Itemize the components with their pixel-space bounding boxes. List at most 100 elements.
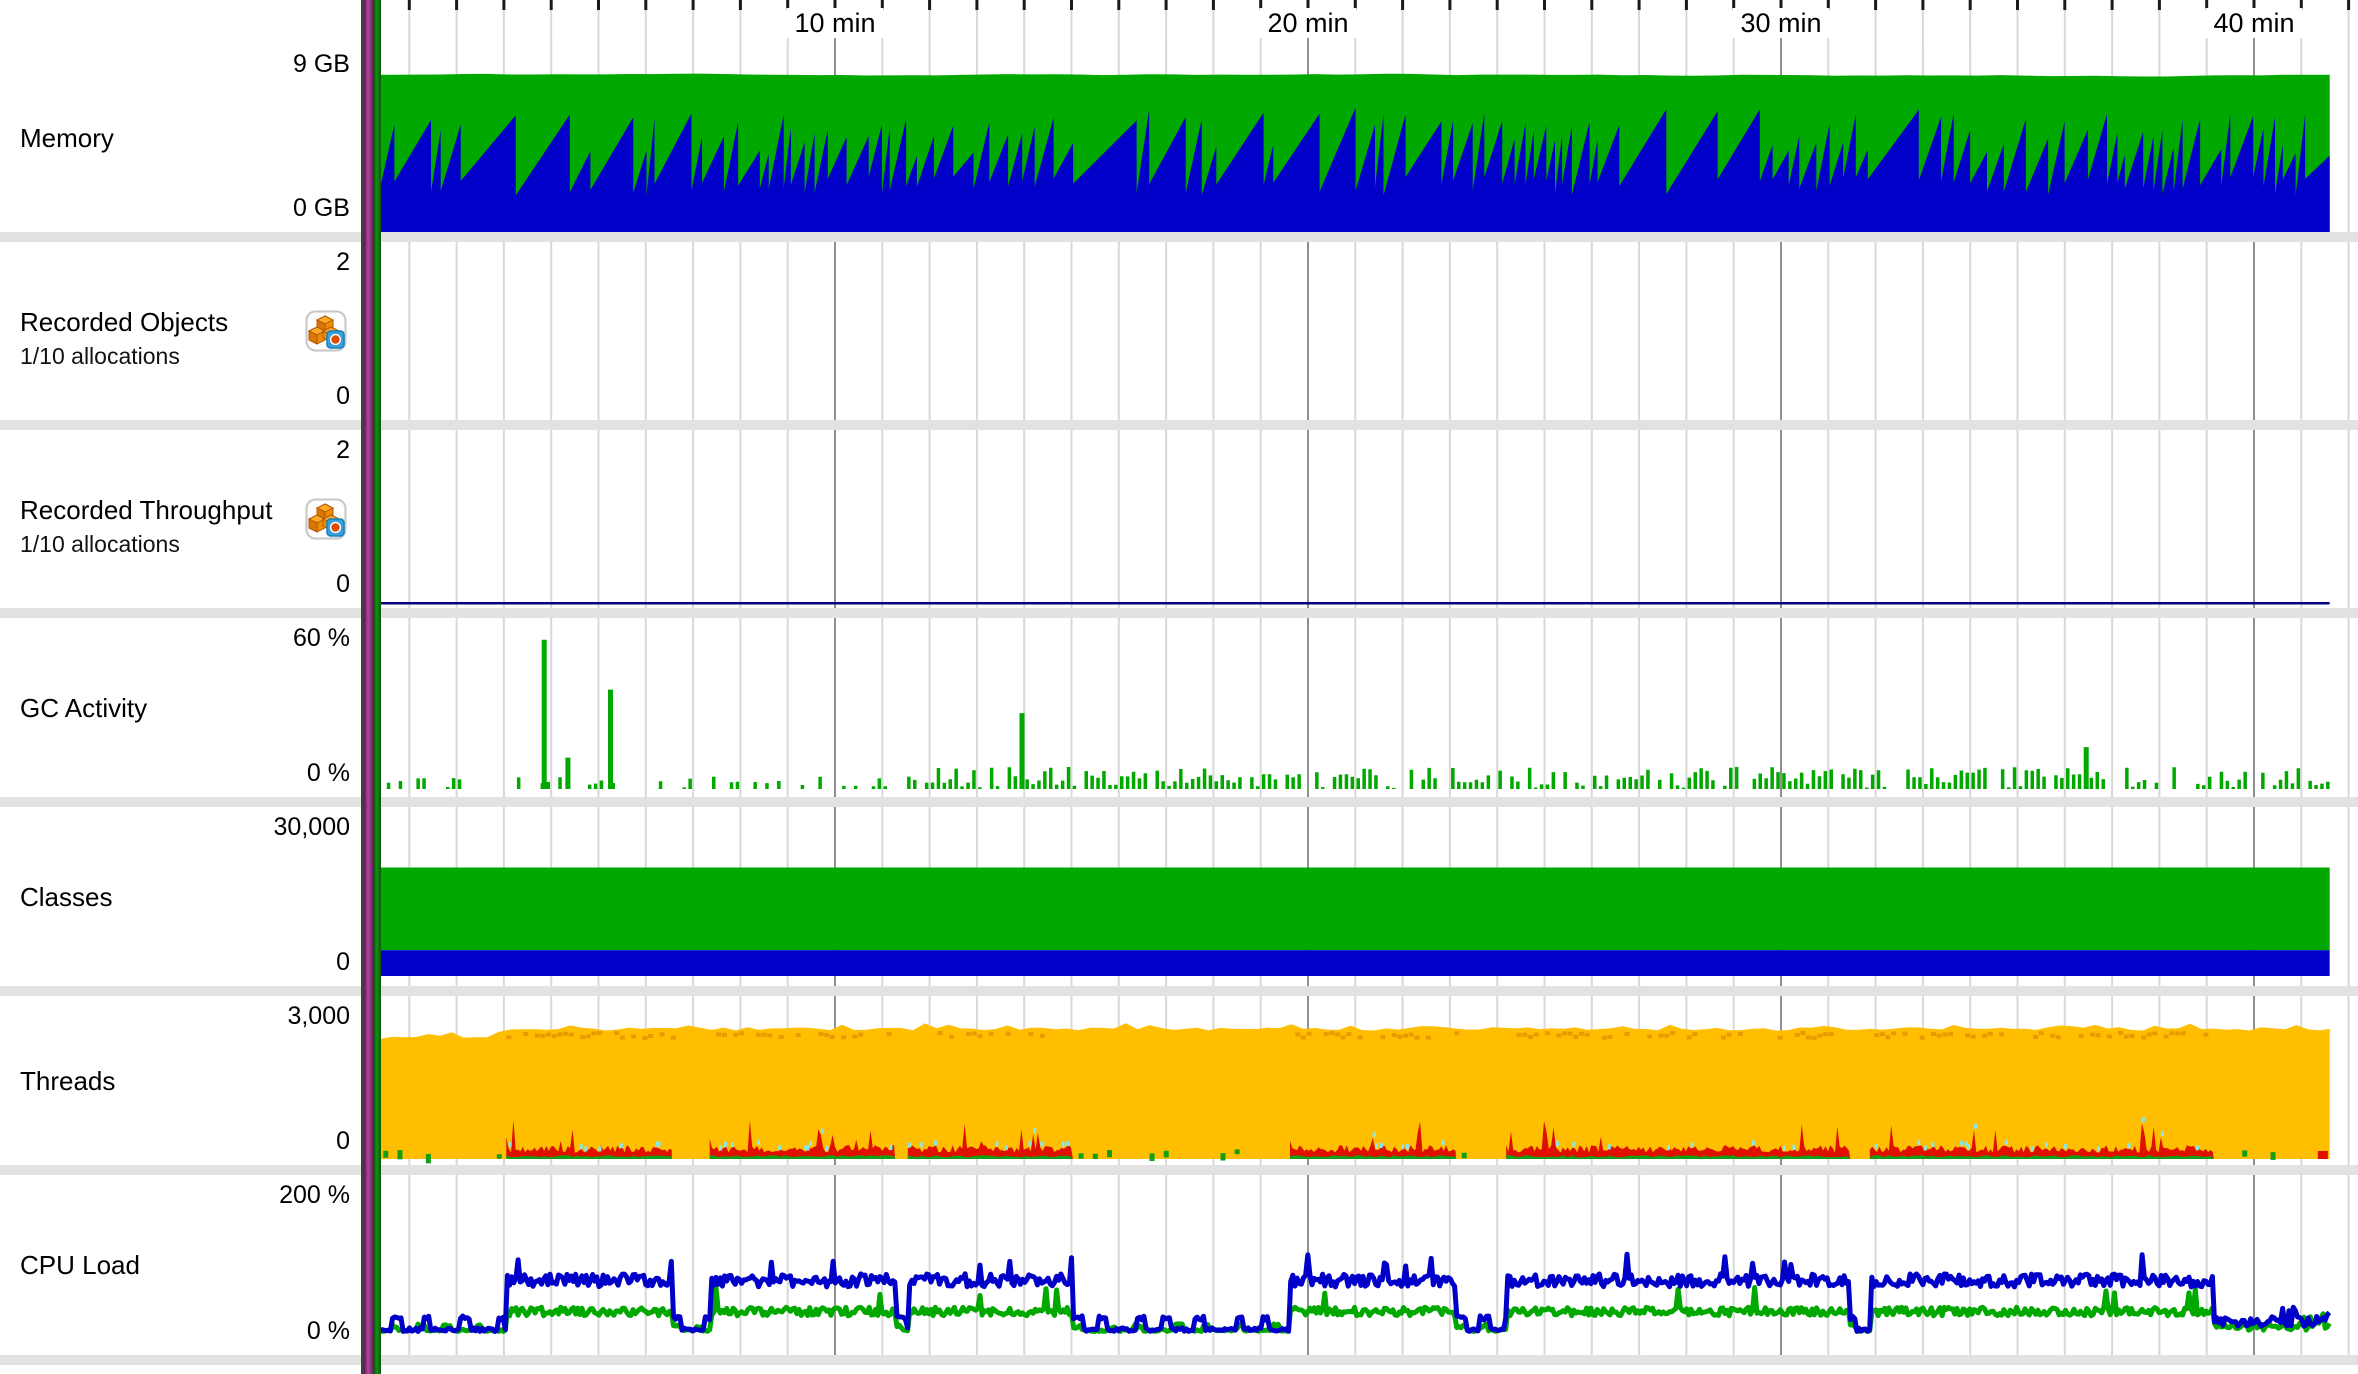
- thread-top-texture: [540, 1033, 546, 1038]
- telemetry-row-memory[interactable]: Memory 9 GB 0 GB: [0, 44, 2358, 232]
- recorded-objects-chart[interactable]: [362, 242, 2358, 420]
- time-axis[interactable]: 10 min 20 min 30 min 40 min: [0, 0, 2358, 44]
- blocked-thread-fleck: [889, 1144, 893, 1150]
- total-threads-area: [369, 1023, 2330, 1159]
- thread-top-texture: [1454, 1031, 1460, 1036]
- y-axis-max-label: 2: [336, 436, 350, 464]
- thread-top-texture: [1295, 1032, 1301, 1037]
- thread-top-texture: [1329, 1031, 1335, 1036]
- memory-chart[interactable]: [362, 44, 2358, 232]
- recorded-throughput-chart[interactable]: [362, 430, 2358, 608]
- row-subtitle: 1/10 allocations: [20, 343, 180, 369]
- filtered-classes-band: [369, 950, 2330, 976]
- thread-top-texture: [2140, 1035, 2146, 1040]
- blocked-thread-fleck: [1752, 1140, 1756, 1146]
- blocked-thread-fleck: [2096, 1146, 2100, 1152]
- thread-top-texture: [1584, 1032, 1590, 1037]
- thread-top-texture: [948, 1034, 954, 1039]
- blocked-thread-fleck: [1782, 1145, 1786, 1151]
- allocation-recording-indicator-icon[interactable]: [305, 310, 347, 352]
- thread-top-texture: [2033, 1034, 2039, 1039]
- telemetry-row-classes[interactable]: Classes 30,000 0: [0, 807, 2358, 986]
- thread-top-texture: [1987, 1031, 1993, 1036]
- thread-top-texture: [1397, 1034, 1403, 1039]
- row-separator: [0, 797, 2358, 807]
- blocked-thread-fleck: [1555, 1141, 1559, 1147]
- thread-top-texture: [1567, 1031, 1573, 1036]
- thread-top-texture: [937, 1031, 943, 1036]
- blocked-thread-fleck: [1931, 1142, 1935, 1148]
- allocation-recording-indicator-icon[interactable]: [305, 498, 347, 540]
- y-axis-max-label: 60 %: [293, 624, 350, 652]
- thread-top-texture: [733, 1032, 739, 1037]
- y-axis-min-label: 0 %: [306, 759, 350, 787]
- thread-top-texture: [506, 1035, 512, 1040]
- telemetry-row-gc-activity[interactable]: GC Activity 60 % 0 %: [0, 618, 2358, 797]
- thread-top-texture: [1885, 1035, 1891, 1040]
- gc-activity-chart[interactable]: [362, 618, 2358, 797]
- blocked-thread-fleck: [2004, 1139, 2008, 1145]
- telemetry-row-recorded-throughput[interactable]: Recorded Throughput 1/10 allocations 2 0: [0, 430, 2358, 608]
- telemetry-row-recorded-objects[interactable]: Recorded Objects 1/10 allocations 2 0: [0, 242, 2358, 420]
- thread-top-texture: [2129, 1034, 2135, 1039]
- telemetry-row-threads[interactable]: Threads 3,000 0: [0, 996, 2358, 1165]
- thread-top-texture: [767, 1033, 773, 1038]
- thread-top-texture: [545, 1032, 551, 1037]
- thread-top-texture: [1579, 1031, 1585, 1036]
- blocked-thread-fleck: [1375, 1143, 1379, 1149]
- row-label-area: Recorded Objects 1/10 allocations 2 0: [0, 242, 362, 420]
- y-axis-min-label: 0 GB: [293, 194, 350, 222]
- row-label-area: Threads 3,000 0: [0, 996, 362, 1165]
- thread-top-texture: [557, 1032, 563, 1037]
- thread-top-texture: [1516, 1032, 1522, 1037]
- y-axis-min-label: 0: [336, 948, 350, 976]
- thread-top-texture: [597, 1030, 603, 1035]
- blocked-thread-fleck: [1959, 1140, 1963, 1146]
- waiting-thread-dot: [1149, 1153, 1155, 1162]
- blocked-thread-fleck: [756, 1139, 760, 1145]
- thread-top-texture: [1562, 1031, 1568, 1036]
- blocked-thread-fleck: [919, 1142, 923, 1148]
- cpu-load-chart[interactable]: [362, 1175, 2358, 1355]
- waiting-thread-dot: [397, 1150, 403, 1160]
- thread-top-texture: [619, 1035, 625, 1040]
- thread-top-texture: [1346, 1032, 1352, 1037]
- thread-top-texture: [1573, 1034, 1579, 1039]
- thread-top-texture: [778, 1034, 784, 1039]
- thread-top-texture: [2123, 1034, 2129, 1039]
- blocked-thread-fleck: [1607, 1144, 1611, 1150]
- time-axis-label: 10 min: [786, 8, 884, 38]
- blocked-thread-fleck: [1917, 1139, 1921, 1145]
- thread-top-texture: [966, 1032, 972, 1037]
- row-label-area: GC Activity 60 % 0 %: [0, 618, 362, 797]
- thread-top-texture: [648, 1034, 654, 1039]
- thread-top-texture: [2078, 1033, 2084, 1038]
- thread-top-texture: [2163, 1034, 2169, 1039]
- row-title: Threads: [20, 1065, 116, 1096]
- threads-chart[interactable]: [362, 996, 2358, 1165]
- bookmark-marker-purple: [364, 0, 373, 1374]
- blocked-thread-fleck: [723, 1141, 727, 1147]
- thread-top-texture: [1737, 1031, 1743, 1036]
- thread-top-texture: [614, 1031, 620, 1036]
- classes-chart[interactable]: [362, 807, 2358, 986]
- thread-top-texture: [1607, 1035, 1613, 1040]
- blocked-thread-fleck: [1033, 1128, 1037, 1134]
- blocked-thread-fleck: [1004, 1145, 1008, 1151]
- thread-top-texture: [1930, 1032, 1936, 1037]
- waiting-thread-dot: [1163, 1150, 1169, 1158]
- blocked-thread-fleck: [2196, 1145, 2200, 1151]
- waiting-thread-dot: [383, 1150, 389, 1158]
- thread-top-texture: [1300, 1035, 1306, 1040]
- thread-top-texture: [670, 1035, 676, 1040]
- thread-top-texture: [1828, 1032, 1834, 1037]
- y-axis-min-label: 0: [336, 1127, 350, 1155]
- thread-top-texture: [1970, 1034, 1976, 1039]
- row-separator: [0, 608, 2358, 618]
- row-separator: [0, 986, 2358, 996]
- thread-top-texture: [523, 1031, 529, 1036]
- blocked-thread-fleck: [1973, 1123, 1977, 1129]
- telemetry-row-cpu-load[interactable]: CPU Load 200 % 0 %: [0, 1175, 2358, 1355]
- time-axis-label: 30 min: [1732, 8, 1830, 38]
- blocked-thread-fleck: [806, 1145, 810, 1151]
